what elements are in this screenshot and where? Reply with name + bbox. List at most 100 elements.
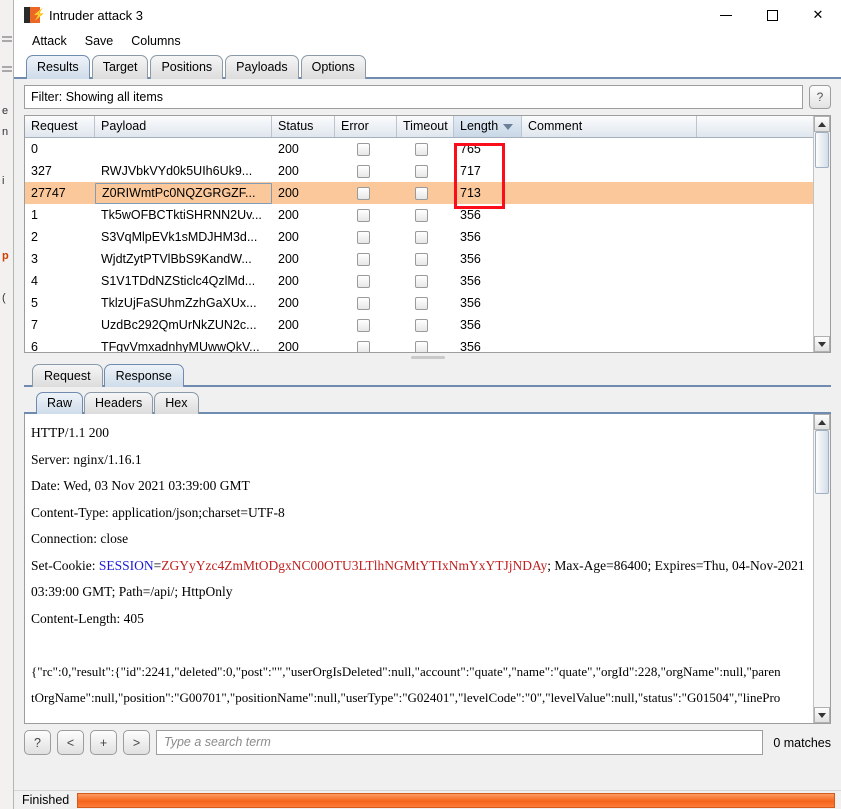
scroll-up-icon[interactable] bbox=[814, 414, 830, 430]
scroll-up-icon[interactable] bbox=[814, 116, 830, 132]
search-bar: ? < + > Type a search term 0 matches bbox=[24, 729, 831, 756]
cell-request: 6 bbox=[31, 340, 38, 352]
error-checkbox[interactable] bbox=[357, 230, 370, 244]
table-row[interactable]: 7 UzdBc292QmUrNkZUN2c... 200 356 bbox=[25, 314, 813, 336]
cell-request: 27747 bbox=[31, 186, 66, 200]
menu-bar: Attack Save Columns bbox=[14, 30, 841, 53]
table-row[interactable]: 6 TFgvVmxadnhyMUwwQkV... 200 356 bbox=[25, 336, 813, 352]
tab-hex[interactable]: Hex bbox=[154, 392, 199, 414]
column-header-status[interactable]: Status bbox=[272, 116, 335, 137]
error-checkbox[interactable] bbox=[357, 142, 370, 156]
error-checkbox[interactable] bbox=[357, 208, 370, 222]
timeout-checkbox[interactable] bbox=[415, 340, 428, 352]
cell-payload: UzdBc292QmUrNkZUN2c... bbox=[101, 318, 257, 332]
message-tab-strip: Request Response bbox=[14, 362, 841, 387]
table-row[interactable]: 0 200 765 bbox=[25, 138, 813, 160]
response-scrollbar[interactable] bbox=[813, 414, 830, 723]
cell-payload: Z0RIWmtPc0NQZGRGZF... bbox=[95, 182, 272, 204]
filter-bar: Filter: Showing all items ? bbox=[24, 85, 831, 109]
error-checkbox[interactable] bbox=[357, 296, 370, 310]
error-checkbox[interactable] bbox=[357, 274, 370, 288]
cell-status: 200 bbox=[278, 252, 299, 266]
error-checkbox[interactable] bbox=[357, 318, 370, 332]
background-window-strip bbox=[2, 36, 12, 38]
error-checkbox[interactable] bbox=[357, 186, 370, 200]
column-header-comment[interactable]: Comment bbox=[522, 116, 697, 137]
table-row[interactable]: 4 S1V1TDdNZSticlc4QzlMd... 200 356 bbox=[25, 270, 813, 292]
column-header-payload[interactable]: Payload bbox=[95, 116, 272, 137]
tab-target[interactable]: Target bbox=[91, 55, 149, 79]
menu-item-columns[interactable]: Columns bbox=[129, 33, 182, 49]
timeout-checkbox[interactable] bbox=[415, 252, 428, 266]
search-add-icon[interactable]: + bbox=[90, 730, 117, 755]
table-row[interactable]: 2 S3VqMlpEVk1sMDJHM3d... 200 356 bbox=[25, 226, 813, 248]
filter-help-icon[interactable]: ? bbox=[809, 85, 831, 109]
timeout-checkbox[interactable] bbox=[415, 230, 428, 244]
scroll-down-icon[interactable] bbox=[814, 707, 830, 723]
background-window-strip bbox=[2, 70, 12, 72]
error-checkbox[interactable] bbox=[357, 164, 370, 178]
tab-request[interactable]: Request bbox=[32, 364, 103, 387]
scroll-track[interactable] bbox=[814, 430, 830, 707]
error-checkbox[interactable] bbox=[357, 340, 370, 352]
column-header-timeout[interactable]: Timeout bbox=[397, 116, 454, 137]
table-row[interactable]: 27747 Z0RIWmtPc0NQZGRGZF... 200 713 bbox=[25, 182, 813, 204]
splitter-grip[interactable] bbox=[410, 356, 445, 359]
tab-options[interactable]: Options bbox=[300, 55, 366, 79]
timeout-checkbox[interactable] bbox=[415, 164, 428, 178]
maximize-button[interactable] bbox=[749, 0, 795, 30]
timeout-checkbox[interactable] bbox=[415, 186, 428, 200]
cell-payload: TklzUjFaSUhmZzhGaXUx... bbox=[101, 296, 257, 310]
results-table-scrollbar[interactable] bbox=[813, 116, 830, 352]
cell-timeout bbox=[397, 186, 454, 200]
cell-payload: Tk5wOFBCTktiSHRNN2Uv... bbox=[101, 208, 262, 222]
search-help-icon[interactable]: ? bbox=[24, 730, 51, 755]
table-row[interactable]: 3 WjdtZytPTVlBbS9KandW... 200 356 bbox=[25, 248, 813, 270]
error-checkbox[interactable] bbox=[357, 252, 370, 266]
column-header-length[interactable]: Length bbox=[454, 116, 522, 137]
filter-text[interactable]: Filter: Showing all items bbox=[24, 85, 803, 109]
cell-timeout bbox=[397, 142, 454, 156]
tab-raw[interactable]: Raw bbox=[36, 392, 84, 414]
table-row[interactable]: 327 RWJVbkVYd0k5UIh6Uk9... 200 717 bbox=[25, 160, 813, 182]
menu-item-save[interactable]: Save bbox=[83, 33, 116, 49]
timeout-checkbox[interactable] bbox=[415, 274, 428, 288]
response-header-server: Server: nginx/1.16.1 bbox=[31, 451, 142, 467]
minimize-button[interactable] bbox=[703, 0, 749, 30]
cell-request: 1 bbox=[31, 208, 38, 222]
timeout-checkbox[interactable] bbox=[415, 208, 428, 222]
cookie-attributes: ; Max-Age=86400; Expires=Thu, 04-Nov-202… bbox=[547, 557, 805, 573]
cell-status: 200 bbox=[278, 164, 299, 178]
scroll-down-icon[interactable] bbox=[814, 336, 830, 352]
timeout-checkbox[interactable] bbox=[415, 142, 428, 156]
tab-response[interactable]: Response bbox=[103, 364, 184, 387]
response-header-set-cookie-continued: 03:39:00 GMT; Path=/api/; HttpOnly bbox=[31, 584, 233, 599]
column-header-request[interactable]: Request bbox=[25, 116, 95, 137]
tab-positions[interactable]: Positions bbox=[150, 55, 224, 79]
column-header-error[interactable]: Error bbox=[335, 116, 397, 137]
cell-length: 356 bbox=[460, 230, 481, 244]
close-icon[interactable]: ✕ bbox=[795, 0, 841, 30]
tab-headers[interactable]: Headers bbox=[84, 392, 154, 414]
scroll-thumb[interactable] bbox=[815, 430, 829, 494]
status-bar: Finished bbox=[14, 790, 841, 809]
menu-item-attack[interactable]: Attack bbox=[30, 33, 69, 49]
tab-results[interactable]: Results bbox=[26, 55, 90, 79]
cell-payload: S1V1TDdNZSticlc4QzlMd... bbox=[101, 274, 256, 288]
cell-length: 356 bbox=[460, 340, 481, 352]
cell-payload: TFgvVmxadnhyMUwwQkV... bbox=[101, 340, 260, 352]
cell-length: 356 bbox=[460, 252, 481, 266]
scroll-track[interactable] bbox=[814, 132, 830, 336]
scroll-thumb[interactable] bbox=[815, 132, 829, 168]
search-input[interactable]: Type a search term bbox=[156, 730, 764, 755]
response-raw-text[interactable]: HTTP/1.1 200 Server: nginx/1.16.1 Date: … bbox=[25, 414, 813, 723]
search-next-icon[interactable]: > bbox=[123, 730, 150, 755]
pane-splitter[interactable] bbox=[24, 353, 831, 362]
timeout-checkbox[interactable] bbox=[415, 296, 428, 310]
table-row[interactable]: 1 Tk5wOFBCTktiSHRNN2Uv... 200 356 bbox=[25, 204, 813, 226]
tab-payloads[interactable]: Payloads bbox=[225, 55, 299, 79]
search-previous-icon[interactable]: < bbox=[57, 730, 84, 755]
response-status-line: HTTP/1.1 200 bbox=[31, 425, 110, 440]
timeout-checkbox[interactable] bbox=[415, 318, 428, 332]
table-row[interactable]: 5 TklzUjFaSUhmZzhGaXUx... 200 356 bbox=[25, 292, 813, 314]
